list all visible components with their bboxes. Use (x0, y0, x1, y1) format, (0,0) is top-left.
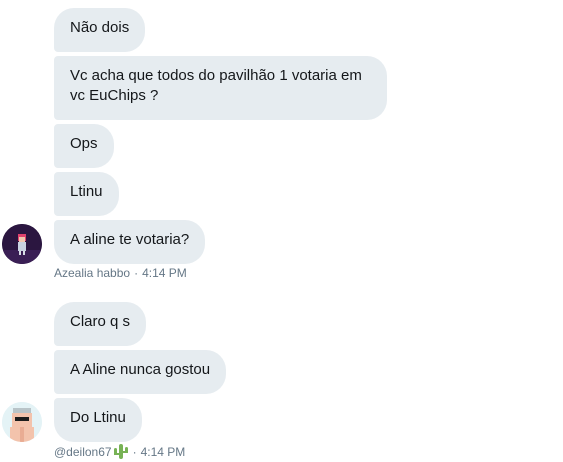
message-text: Não dois (70, 19, 130, 36)
habbo-avatar-light-icon (2, 402, 42, 442)
message-bubble[interactable]: Do Ltinu (54, 398, 142, 442)
message-text: Claro q s (70, 313, 131, 330)
message-bubble[interactable]: Ltinu (54, 172, 119, 216)
message-text: Ops (70, 135, 98, 152)
message-bubble[interactable]: Ops (54, 124, 114, 168)
sender-name[interactable]: @deilon67 (54, 445, 112, 459)
message-bubble[interactable]: Vc acha que todos do pavilhão 1 votaria … (54, 56, 387, 120)
message-meta: @deilon67 · 4:14 PM (54, 444, 185, 459)
sender-name[interactable]: Azealia habbo (54, 266, 130, 280)
message-bubble[interactable]: Claro q s (54, 302, 147, 346)
message-meta: Azealia habbo · 4:14 PM (54, 266, 187, 280)
message-bubble[interactable]: Não dois (54, 8, 146, 52)
meta-separator: · (132, 444, 137, 459)
message-time: 4:14 PM (140, 444, 186, 459)
message-bubble[interactable]: A Aline nunca gostou (54, 350, 227, 394)
habbo-avatar-dark-icon (2, 224, 42, 264)
message-text-line: vc EuChips ? (70, 87, 159, 104)
message-bubble[interactable]: A aline te votaria? (54, 220, 206, 264)
message-text: A aline te votaria? (70, 231, 190, 248)
meta-separator: · (134, 266, 139, 280)
sender-avatar[interactable] (2, 224, 42, 264)
message-text: A Aline nunca gostou (70, 361, 211, 378)
message-text: Ltinu (70, 183, 103, 200)
message-text: Do Ltinu (70, 409, 126, 426)
sender-avatar[interactable] (2, 402, 42, 442)
cactus-icon (113, 444, 129, 459)
message-text-line: Vc acha que todos do pavilhão 1 votaria … (70, 67, 362, 84)
message-time: 4:14 PM (142, 266, 187, 280)
